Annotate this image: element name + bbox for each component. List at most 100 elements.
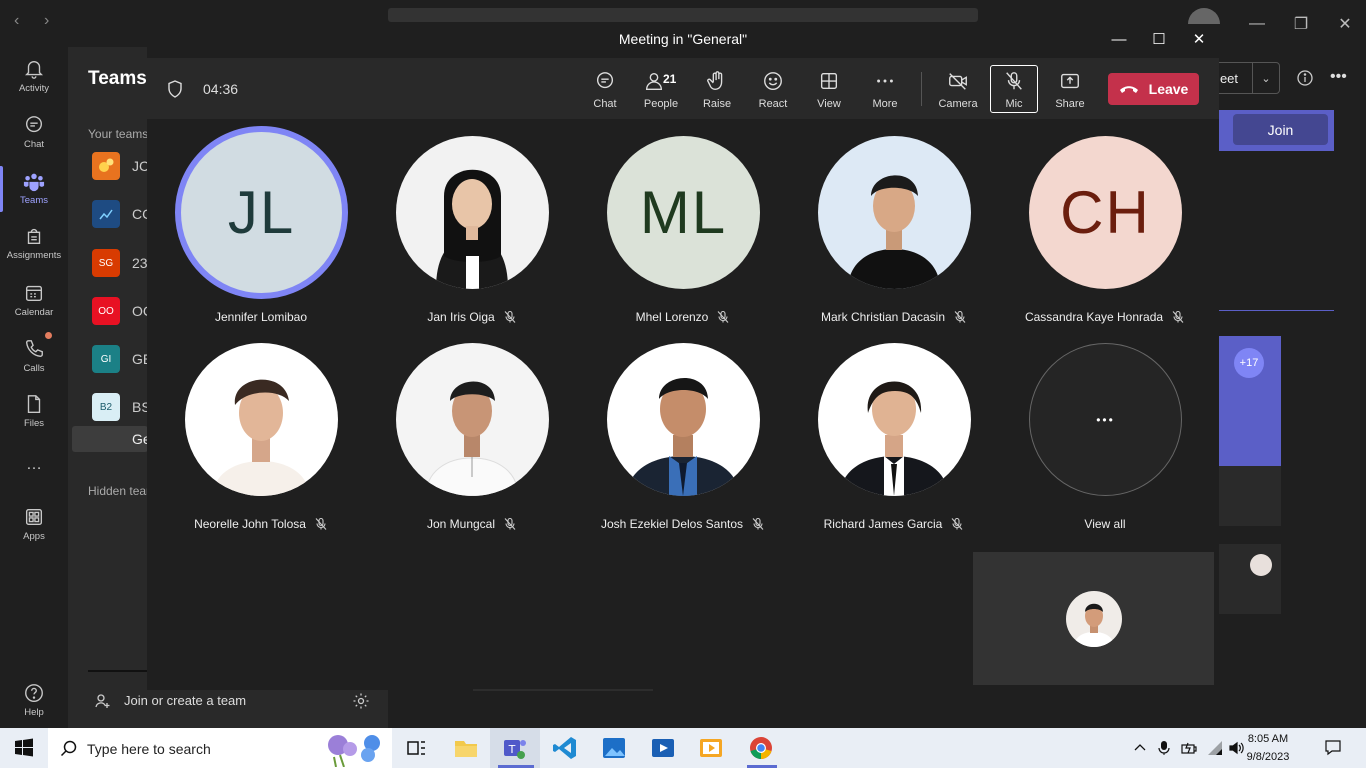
notifications-icon[interactable] <box>1324 738 1342 756</box>
participant-name: Jon Mungcal <box>372 517 572 531</box>
chevron-up-icon[interactable] <box>1133 741 1147 755</box>
share-button[interactable]: Share <box>1042 66 1098 112</box>
team-item-jc[interactable]: JC <box>92 152 152 180</box>
participant-tile[interactable]: Josh Ezekiel Delos Santos <box>583 335 783 535</box>
profile-photo <box>436 169 508 289</box>
team-item-cc[interactable]: CC <box>92 200 152 228</box>
team-avatar: SG <box>92 249 120 277</box>
more-icon: … <box>26 456 42 473</box>
team-item-sg[interactable]: SG 23 <box>92 249 152 277</box>
people-button[interactable]: People <box>633 66 689 112</box>
vscode-icon[interactable] <box>551 734 579 762</box>
search-input[interactable] <box>388 8 978 22</box>
file-explorer-icon[interactable] <box>452 734 480 762</box>
camera-button[interactable]: Camera <box>930 66 986 112</box>
raise-label: Raise <box>702 98 732 110</box>
divider <box>473 689 653 691</box>
smiley-icon <box>764 72 782 90</box>
avatar <box>396 343 549 496</box>
rail-assignments[interactable]: Assignments <box>0 225 68 261</box>
maximize-icon[interactable]: ☐ <box>1139 27 1179 51</box>
shield-icon[interactable] <box>166 79 184 99</box>
restore-icon[interactable]: ❐ <box>1278 10 1324 38</box>
gear-icon[interactable] <box>352 692 370 710</box>
avatar: ML <box>607 136 760 289</box>
rail-teams[interactable]: Teams <box>0 170 68 206</box>
participant-tile[interactable]: ML Mhel Lorenzo <box>583 128 783 328</box>
view-all-tile[interactable]: ••• View all <box>1005 335 1205 535</box>
people-label: People <box>643 98 679 110</box>
leave-button[interactable]: Leave <box>1108 73 1199 105</box>
leave-label: Leave <box>1148 81 1189 97</box>
video-editor-icon[interactable] <box>649 734 677 762</box>
mic-button[interactable]: Mic <box>986 66 1042 112</box>
forward-arrow-icon[interactable]: › <box>44 12 49 30</box>
rail-files[interactable]: Files <box>0 393 68 429</box>
apps-icon <box>25 508 43 526</box>
media-player-icon[interactable] <box>697 734 725 762</box>
view-all-label: View all <box>1005 517 1205 531</box>
taskbar-search-placeholder: Type here to search <box>87 741 211 757</box>
participant-tile[interactable]: Jan Iris Oiga <box>372 128 572 328</box>
rail-more[interactable]: … <box>0 456 68 474</box>
photos-app-icon[interactable] <box>600 734 628 762</box>
wifi-icon[interactable] <box>1206 740 1224 756</box>
search-highlight-flowers-icon <box>328 735 380 767</box>
rail-apps[interactable]: Apps <box>0 506 68 542</box>
task-view-icon[interactable] <box>402 734 430 762</box>
view-button[interactable]: View <box>801 66 857 112</box>
clock-time[interactable]: 8:05 AM <box>1238 733 1298 745</box>
rail-help[interactable]: Help <box>0 682 68 718</box>
join-create-team-link[interactable]: Join or create a team <box>124 693 246 708</box>
more-button[interactable]: More <box>857 66 913 112</box>
avatar: JL <box>181 132 342 293</box>
participant-tile[interactable]: JL Jennifer Lomibao <box>161 126 361 328</box>
microphone-icon[interactable] <box>1157 740 1171 756</box>
mic-off-icon <box>315 517 327 530</box>
back-arrow-icon[interactable]: ‹ <box>14 12 19 30</box>
rail-activity[interactable]: Activity <box>0 58 68 94</box>
rail-calendar[interactable]: Calendar <box>0 282 68 318</box>
windows-start-icon[interactable] <box>14 738 34 758</box>
bell-icon <box>25 61 43 79</box>
minimize-icon[interactable]: — <box>1099 27 1139 51</box>
participant-tile[interactable]: CH Cassandra Kaye Honrada <box>1005 128 1205 328</box>
battery-icon[interactable] <box>1180 740 1198 756</box>
team-item-b2[interactable]: B2 BS <box>92 393 152 421</box>
name-text: Richard James Garcia <box>823 517 943 531</box>
rail-label: Calls <box>23 363 45 374</box>
mic-off-icon <box>1006 72 1022 90</box>
team-item-gi[interactable]: GI GE <box>92 345 152 373</box>
team-item-oo[interactable]: OO OC <box>92 297 153 325</box>
more-options-icon[interactable]: ••• <box>1330 68 1347 86</box>
raise-hand-button[interactable]: Raise <box>689 66 745 112</box>
react-button[interactable]: React <box>745 66 801 112</box>
meeting-timer: 04:36 <box>203 81 239 97</box>
teams-app-icon[interactable]: T <box>501 734 529 762</box>
participant-tile[interactable]: Richard James Garcia <box>794 335 994 535</box>
rail-label: Activity <box>18 83 50 94</box>
participant-tile[interactable]: Mark Christian Dacasin <box>794 128 994 328</box>
camera-off-icon <box>949 73 967 90</box>
minimize-icon[interactable]: — <box>1234 10 1280 38</box>
participant-tile[interactable]: Neorelle John Tolosa <box>161 335 361 535</box>
clock-date[interactable]: 9/8/2023 <box>1238 751 1298 763</box>
chat-icon <box>25 116 43 133</box>
add-people-icon[interactable] <box>94 692 112 710</box>
participant-tile[interactable]: Jon Mungcal <box>372 335 572 535</box>
chevron-down-icon[interactable]: ⌄ <box>1252 62 1280 94</box>
toolbar-divider <box>921 72 922 106</box>
rail-chat[interactable]: Chat <box>0 114 68 150</box>
people-count-badge: 21 <box>663 72 677 86</box>
chat-button[interactable]: Chat <box>577 66 633 112</box>
svg-text:T: T <box>508 743 516 756</box>
close-icon[interactable]: ✕ <box>1179 27 1219 51</box>
join-button[interactable]: Join <box>1233 114 1328 145</box>
chrome-icon[interactable] <box>747 734 775 762</box>
profile-photo <box>627 377 739 496</box>
close-icon[interactable]: ✕ <box>1322 10 1366 38</box>
profile-photo <box>840 381 948 496</box>
info-icon[interactable] <box>1296 69 1314 87</box>
rail-calls[interactable]: Calls <box>0 338 68 374</box>
help-icon <box>25 684 43 702</box>
